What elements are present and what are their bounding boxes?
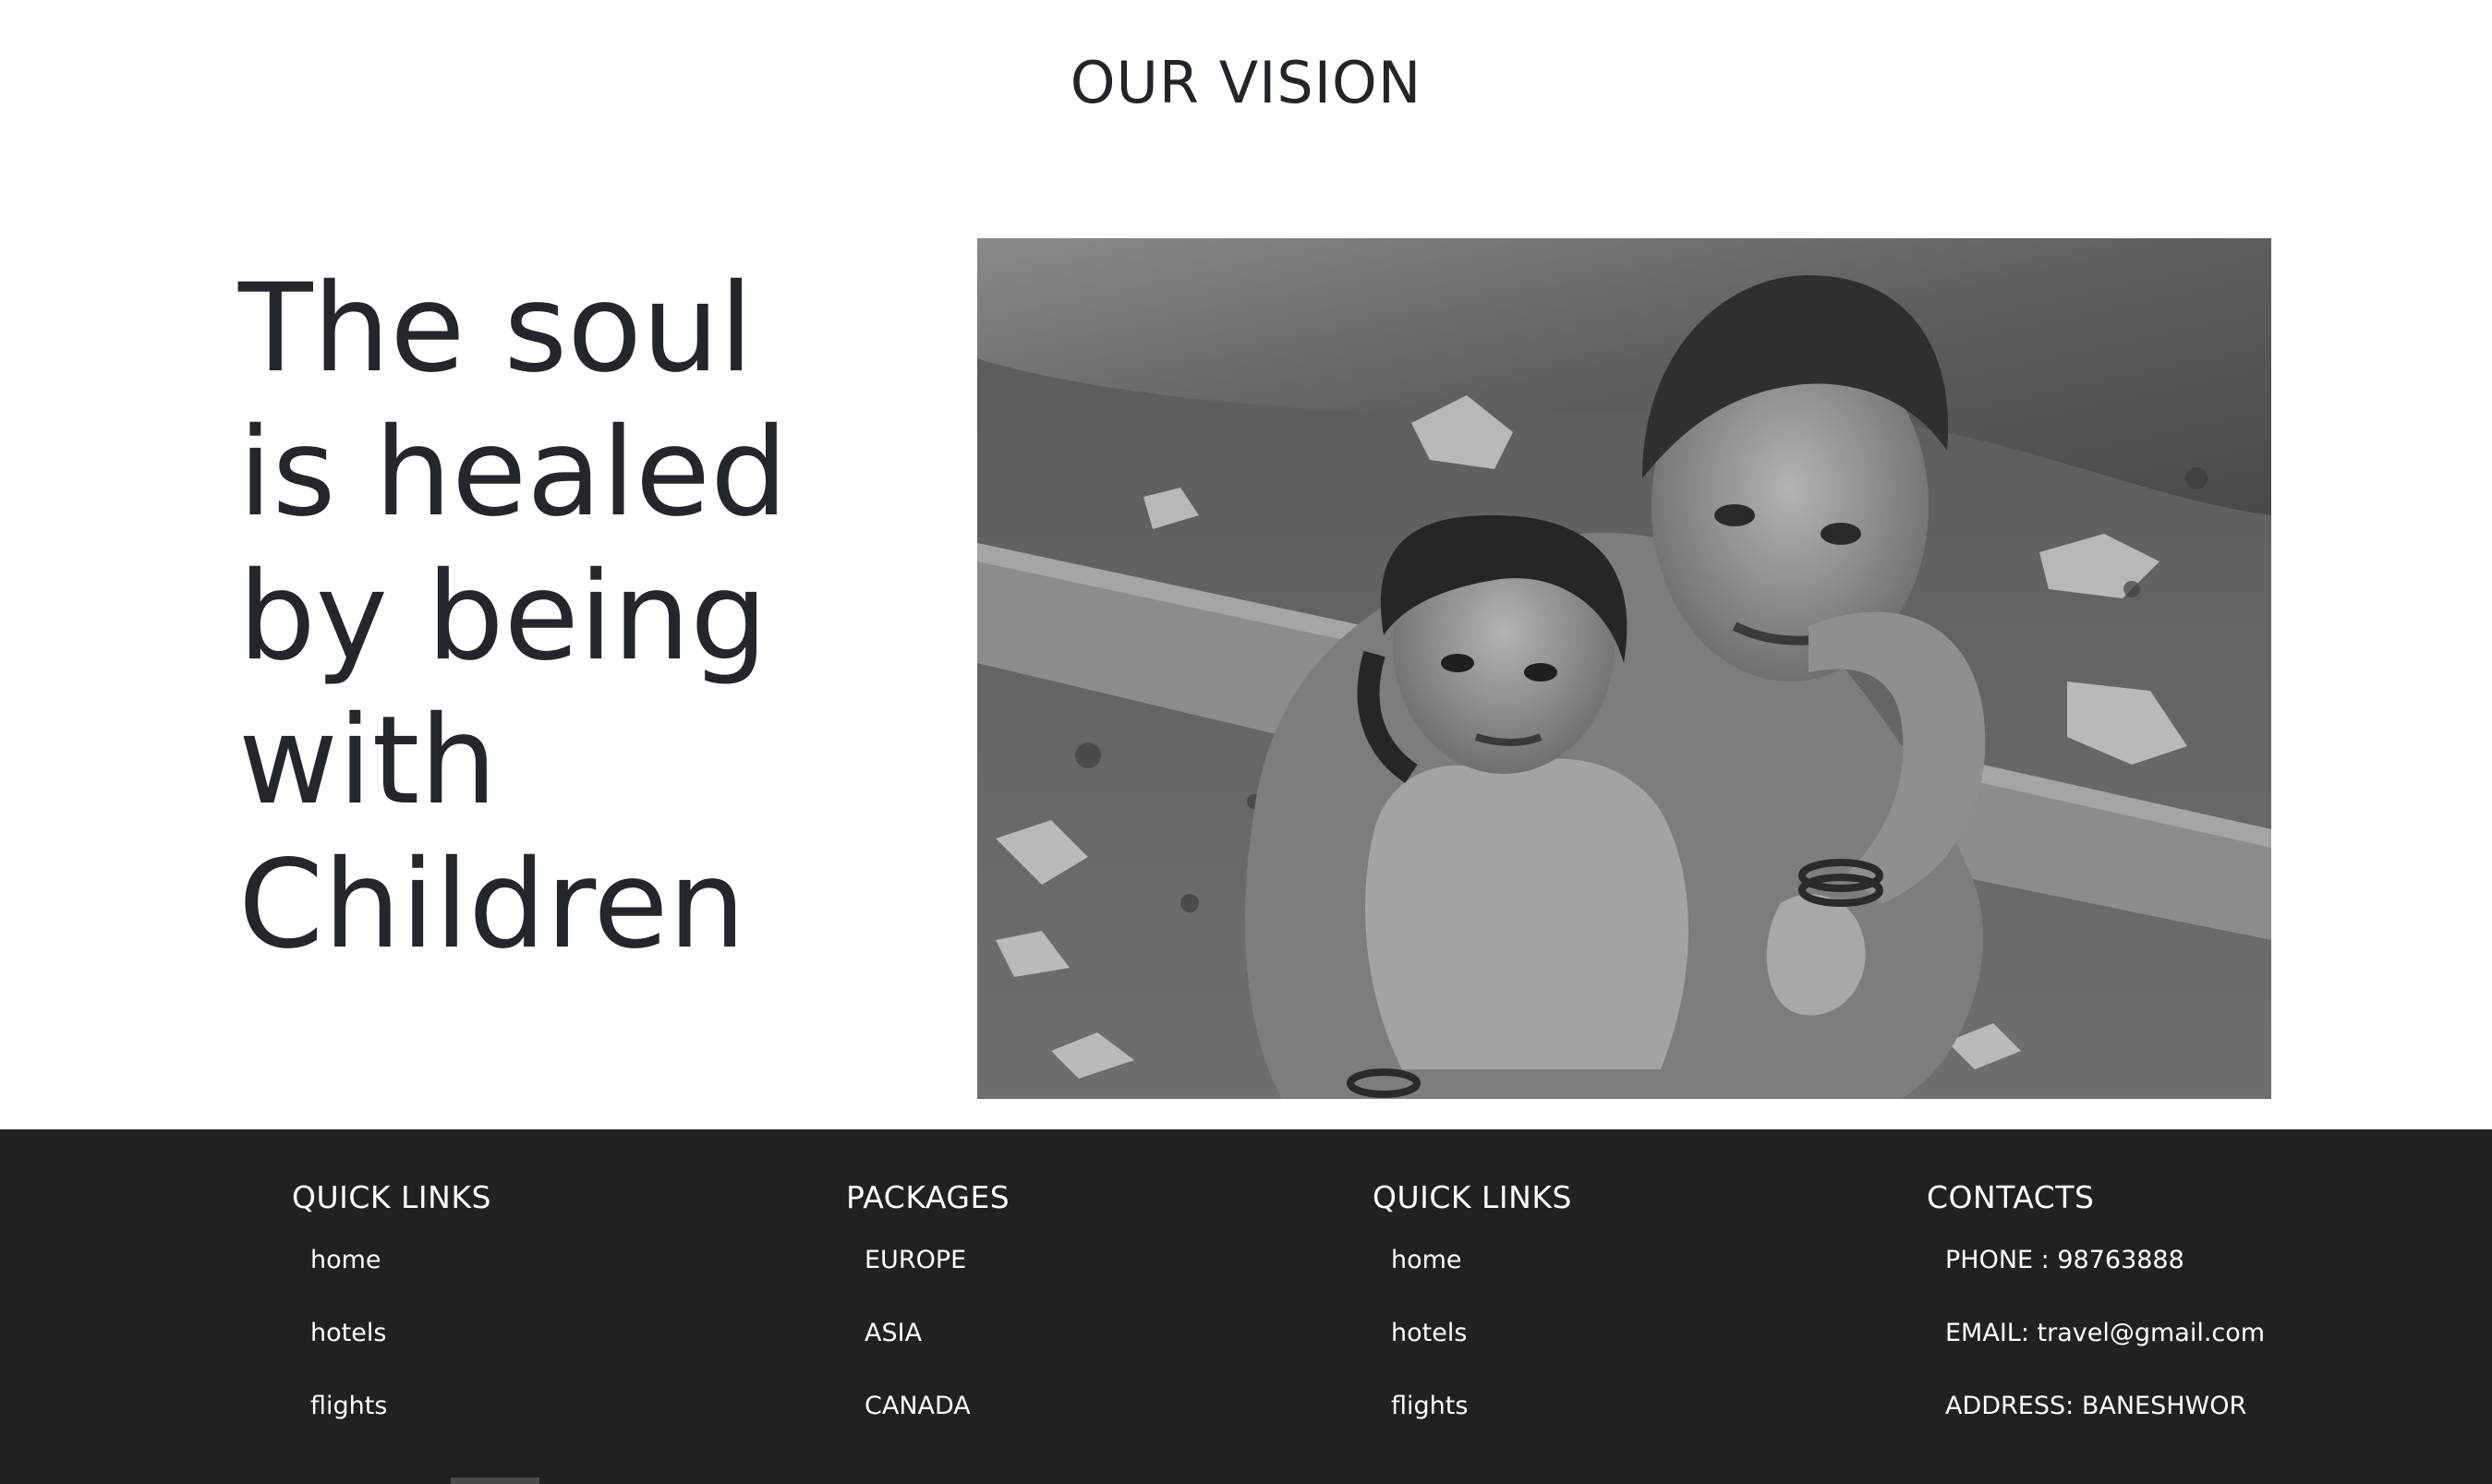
footer-quick-links: QUICK LINKS home hotels flights <box>292 1177 809 1463</box>
footer-link-home[interactable]: home <box>310 1244 809 1277</box>
footer-contacts: CONTACTS PHONE : 98763888 EMAIL: travel@… <box>1927 1177 2444 1463</box>
footer-link-home[interactable]: home <box>1391 1244 1890 1277</box>
footer-link-europe[interactable]: EUROPE <box>865 1244 1363 1277</box>
vision-section: OUR VISION The soul is healed by being w… <box>0 0 2492 1129</box>
footer-link-list: home hotels flights <box>1373 1244 1890 1423</box>
quote-line: with <box>238 690 498 832</box>
footer-link-hotels[interactable]: hotels <box>310 1317 809 1350</box>
footer-quick-links-2: QUICK LINKS home hotels flights <box>1373 1177 1890 1463</box>
contact-address: ADDRESS: BANESHWOR <box>1945 1392 2247 1420</box>
footer-link-list: home hotels flights <box>292 1244 809 1423</box>
quote-line: The soul <box>238 258 754 400</box>
contact-email[interactable]: EMAIL: travel@gmail.com <box>1945 1317 2444 1350</box>
children-photo <box>977 238 2271 1099</box>
footer-heading: CONTACTS <box>1927 1179 2095 1215</box>
footer-packages: PACKAGES EUROPE ASIA CANADA <box>846 1177 1363 1463</box>
section-title: OUR VISION <box>1070 49 1422 116</box>
scroll-handle[interactable] <box>451 1478 539 1484</box>
footer-link-flights[interactable]: flights <box>310 1390 809 1423</box>
contact-phone: PHONE : 98763888 <box>1945 1246 2184 1274</box>
footer-link-hotels[interactable]: hotels <box>1391 1317 1890 1350</box>
footer-link-asia[interactable]: ASIA <box>865 1317 1363 1350</box>
quote-line: by being <box>238 546 768 688</box>
quote-line: Children <box>238 834 746 976</box>
footer-link-flights[interactable]: flights <box>1391 1390 1890 1423</box>
footer-contact-list: PHONE : 98763888 EMAIL: travel@gmail.com… <box>1927 1244 2444 1423</box>
vision-quote: The soul is healed by being with Childre… <box>238 257 885 977</box>
footer-heading: PACKAGES <box>846 1179 1010 1215</box>
footer-link-list: EUROPE ASIA CANADA <box>846 1244 1363 1423</box>
site-footer: QUICK LINKS home hotels flights PACKAGES… <box>0 1129 2492 1484</box>
footer-heading: QUICK LINKS <box>292 1179 491 1215</box>
footer-link-canada[interactable]: CANADA <box>865 1390 1363 1423</box>
footer-heading: QUICK LINKS <box>1373 1179 1572 1215</box>
quote-line: is healed <box>238 402 788 544</box>
